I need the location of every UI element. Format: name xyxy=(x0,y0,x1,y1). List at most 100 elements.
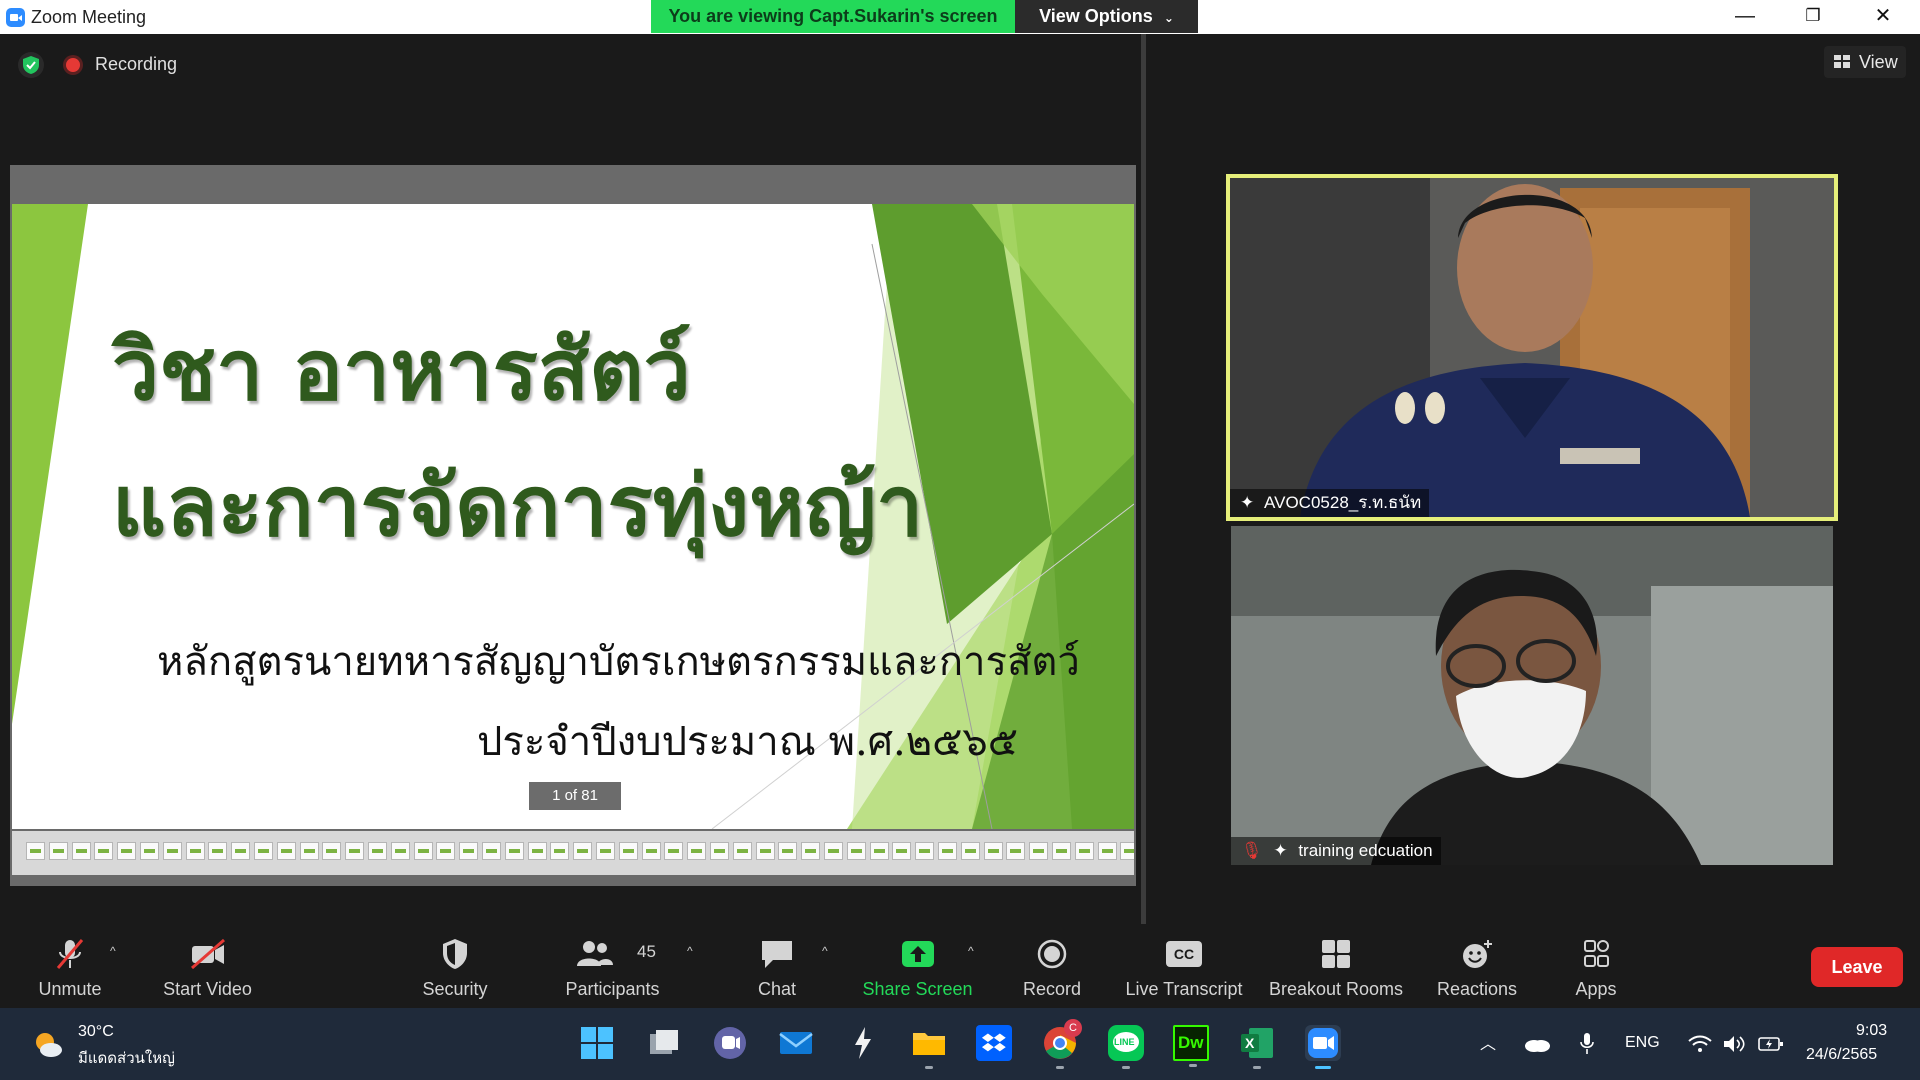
mail-icon[interactable] xyxy=(778,1025,814,1061)
slide-thumbnail[interactable] xyxy=(573,842,593,860)
wifi-icon[interactable] xyxy=(1688,1035,1712,1053)
slide-thumbnail[interactable] xyxy=(983,842,1003,860)
close-button[interactable]: ✕ xyxy=(1848,0,1918,34)
file-explorer-icon[interactable] xyxy=(911,1025,947,1069)
record-button[interactable]: Record xyxy=(1002,934,1102,1004)
slide-thumbnail[interactable] xyxy=(71,842,91,860)
slide-thumbnail[interactable] xyxy=(778,842,798,860)
slide-thumbnail[interactable] xyxy=(390,842,410,860)
leave-button[interactable]: Leave xyxy=(1811,947,1903,987)
battery-charging-icon[interactable] xyxy=(1758,1034,1784,1054)
slide-thumbnail[interactable] xyxy=(1006,842,1026,860)
slide-thumbnail[interactable] xyxy=(436,842,456,860)
volume-icon[interactable] xyxy=(1722,1034,1746,1054)
slide-thumbnail[interactable] xyxy=(938,842,957,860)
slide-thumbnail[interactable] xyxy=(117,842,137,860)
slide-thumbnail-strip[interactable] xyxy=(12,831,1134,875)
slide-thumbnail[interactable] xyxy=(641,842,661,860)
slide-thumbnail[interactable] xyxy=(664,842,684,860)
dropbox-icon[interactable] xyxy=(976,1025,1012,1061)
slide-thumbnail[interactable] xyxy=(824,842,843,860)
live-transcript-button[interactable]: CC Live Transcript xyxy=(1118,934,1250,1004)
participants-button[interactable]: 45 Participants xyxy=(555,934,670,1004)
chevron-up-icon[interactable]: ︿ xyxy=(1480,1030,1496,1054)
shield-icon[interactable] xyxy=(18,52,44,78)
slide-thumbnail[interactable] xyxy=(1052,842,1071,860)
slide-thumbnail[interactable] xyxy=(732,842,752,860)
slide-thumbnail[interactable] xyxy=(618,842,638,860)
slide-thumbnail[interactable] xyxy=(413,842,433,860)
excel-icon[interactable]: X xyxy=(1239,1025,1275,1069)
slide-thumbnail[interactable] xyxy=(960,842,980,860)
language-indicator[interactable]: ENG xyxy=(1625,1034,1660,1052)
start-video-button[interactable]: Start Video xyxy=(150,934,265,1004)
weather-temperature[interactable]: 30°C xyxy=(78,1023,114,1041)
slide-thumbnail[interactable] xyxy=(162,842,182,860)
clock-time[interactable]: 9:03 xyxy=(1856,1022,1887,1040)
chat-caret-icon[interactable]: ^ xyxy=(822,944,828,958)
slide-thumbnail[interactable] xyxy=(1074,842,1094,860)
teams-chat-icon[interactable] xyxy=(712,1025,748,1061)
breakout-rooms-button[interactable]: Breakout Rooms xyxy=(1262,934,1410,1004)
slide-thumbnail[interactable] xyxy=(915,842,935,860)
chat-button[interactable]: Chat xyxy=(727,934,827,1004)
apps-button[interactable]: Apps xyxy=(1546,934,1646,1004)
share-screen-button[interactable]: Share Screen xyxy=(860,934,975,1004)
slide-thumbnail[interactable] xyxy=(459,842,479,860)
slide-thumbnail[interactable] xyxy=(710,842,729,860)
slide-thumbnail[interactable] xyxy=(687,842,707,860)
weather-description[interactable]: มีแดดส่วนใหญ่ xyxy=(78,1046,175,1070)
zoom-taskbar-icon[interactable] xyxy=(1305,1025,1341,1069)
participants-caret-icon[interactable]: ^ xyxy=(687,944,693,958)
slide-thumbnail[interactable] xyxy=(755,842,775,860)
panel-divider[interactable] xyxy=(1141,34,1146,924)
slide-thumbnail[interactable] xyxy=(527,842,547,860)
weather-partly-sunny-icon[interactable] xyxy=(32,1028,64,1060)
slide-thumbnail[interactable] xyxy=(208,842,228,860)
slide-thumbnail[interactable] xyxy=(846,842,866,860)
slide-thumbnail[interactable] xyxy=(869,842,889,860)
minimize-button[interactable]: — xyxy=(1710,0,1780,34)
slide-thumbnail[interactable] xyxy=(48,842,68,860)
slide-thumbnail[interactable] xyxy=(801,842,821,860)
line-icon[interactable]: LINE xyxy=(1108,1025,1144,1069)
slide-thumbnail[interactable] xyxy=(892,842,912,860)
unmute-button[interactable]: Unmute xyxy=(20,934,120,1004)
slide-thumbnail[interactable] xyxy=(482,842,501,860)
slide-thumbnail[interactable] xyxy=(368,842,387,860)
task-view-icon[interactable] xyxy=(646,1025,682,1061)
slide-thumbnail[interactable] xyxy=(185,842,205,860)
reactions-button[interactable]: Reactions xyxy=(1427,934,1527,1004)
slide-thumbnail[interactable] xyxy=(231,842,251,860)
slide-thumbnail[interactable] xyxy=(1097,842,1117,860)
slide-thumbnail[interactable] xyxy=(322,842,342,860)
video-tile-active-speaker[interactable]: ✦ AVOC0528_ร.ท.ธนัท xyxy=(1226,174,1838,521)
slide-thumbnail[interactable] xyxy=(140,842,159,860)
share-caret-icon[interactable]: ^ xyxy=(968,944,974,958)
slide-thumbnail[interactable] xyxy=(299,842,319,860)
slide-thumbnail[interactable] xyxy=(596,842,615,860)
slide-thumbnail[interactable] xyxy=(504,842,524,860)
slide-thumbnail[interactable] xyxy=(1029,842,1049,860)
recording-indicator[interactable]: Recording xyxy=(66,54,177,75)
audio-options-caret-icon[interactable]: ^ xyxy=(110,944,116,958)
security-button[interactable]: Security xyxy=(405,934,505,1004)
slide-thumbnail[interactable] xyxy=(276,842,296,860)
video-tile[interactable]: 🎙 ✦ training edcuation xyxy=(1231,526,1833,865)
view-options-button[interactable]: View Options ⌄ xyxy=(1015,0,1198,33)
start-menu-icon[interactable] xyxy=(579,1025,615,1061)
slide-thumbnail[interactable] xyxy=(26,842,45,860)
restore-button[interactable]: ❐ xyxy=(1778,0,1848,34)
slide-thumbnail[interactable] xyxy=(254,842,273,860)
microphone-icon[interactable] xyxy=(1578,1032,1596,1056)
slide-thumbnail[interactable] xyxy=(94,842,114,860)
dreamweaver-icon[interactable]: Dw xyxy=(1173,1025,1209,1067)
onedrive-cloud-icon[interactable] xyxy=(1523,1035,1551,1053)
slide-thumbnail[interactable] xyxy=(1120,842,1134,860)
slide-thumbnail[interactable] xyxy=(550,842,570,860)
view-button[interactable]: View xyxy=(1824,46,1906,78)
clock-date[interactable]: 24/6/2565 xyxy=(1806,1046,1877,1064)
slide-thumbnail[interactable] xyxy=(345,842,365,860)
chrome-icon[interactable]: C xyxy=(1042,1019,1082,1069)
app-lightning-icon[interactable] xyxy=(845,1025,881,1061)
